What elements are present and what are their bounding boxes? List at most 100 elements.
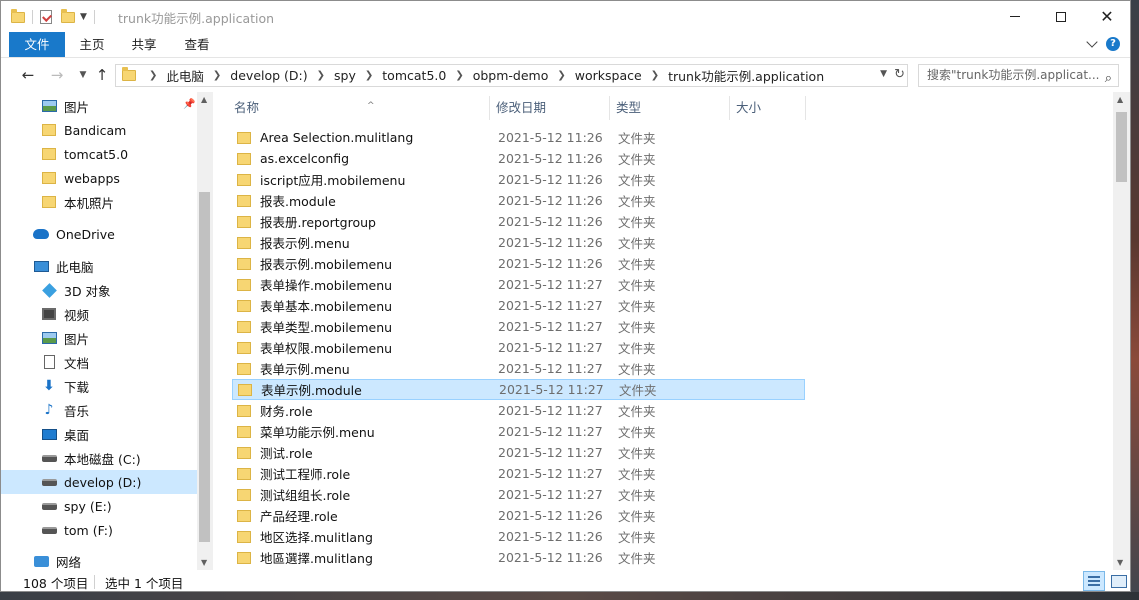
breadcrumb-obpm-demo[interactable]: obpm-demo bbox=[473, 68, 549, 83]
column-header-type[interactable]: 类型 bbox=[609, 94, 729, 122]
sidebar-item-bandicam[interactable]: Bandicam bbox=[1, 118, 197, 142]
file-row[interactable]: 财务.role 2021-5-12 11:27 文件夹 bbox=[232, 400, 805, 421]
breadcrumb-workspace[interactable]: workspace bbox=[575, 68, 642, 83]
sidebar-item-pictures[interactable]: 图片 bbox=[1, 326, 197, 350]
sidebar-item-label: 视频 bbox=[64, 307, 90, 323]
address-history-dropdown-icon[interactable]: ▼ bbox=[880, 69, 887, 79]
customize-toolbar-dropdown-icon[interactable]: ▼ bbox=[80, 12, 87, 22]
sidebar-item-documents[interactable]: 文档 bbox=[1, 350, 197, 374]
back-arrow-icon[interactable]: ← bbox=[19, 66, 37, 84]
onedrive-icon bbox=[33, 227, 49, 241]
sidebar-item-downloads[interactable]: ⬇ 下载 bbox=[1, 374, 197, 398]
sidebar-item-drive-e[interactable]: spy (E:) bbox=[1, 494, 197, 518]
breadcrumb-spy[interactable]: spy bbox=[334, 68, 356, 83]
file-row[interactable]: 产品经理.role 2021-5-12 11:26 文件夹 bbox=[232, 505, 805, 526]
sidebar-item-videos[interactable]: 视频 bbox=[1, 302, 197, 326]
file-date: 2021-5-12 11:26 bbox=[498, 193, 603, 208]
chevron-right-icon[interactable]: ❯ bbox=[651, 70, 659, 81]
sidebar-item-pictures-quick[interactable]: 图片 📌 bbox=[1, 94, 197, 118]
sidebar-item-tomcat[interactable]: tomcat5.0 bbox=[1, 142, 197, 166]
explorer-window: ▼ trunk功能示例.application ✕ 文件 主页 共享 查看 ? … bbox=[0, 0, 1131, 592]
search-icon[interactable]: ⌕ bbox=[1105, 68, 1112, 86]
sidebar-item-local-photos[interactable]: 本机照片 bbox=[1, 190, 197, 214]
minimize-button[interactable] bbox=[992, 1, 1038, 32]
file-row[interactable]: 地區選擇.mulitlang 2021-5-12 11:26 文件夹 bbox=[232, 547, 805, 568]
scroll-down-icon[interactable]: ▼ bbox=[1117, 558, 1123, 567]
forward-arrow-icon[interactable]: → bbox=[48, 66, 66, 84]
breadcrumb-current-folder[interactable]: trunk功能示例.application bbox=[668, 66, 824, 85]
file-row[interactable]: 表单权限.mobilemenu 2021-5-12 11:27 文件夹 bbox=[232, 337, 805, 358]
chevron-right-icon[interactable]: ❯ bbox=[557, 70, 565, 81]
file-row[interactable]: 表单基本.mobilemenu 2021-5-12 11:27 文件夹 bbox=[232, 295, 805, 316]
tab-share[interactable]: 共享 bbox=[122, 32, 166, 57]
breadcrumb-this-pc[interactable]: 此电脑 bbox=[166, 66, 204, 85]
chevron-right-icon[interactable]: ❯ bbox=[365, 70, 373, 81]
address-bar[interactable]: ❯ 此电脑 ❯ develop (D:) ❯ spy ❯ tomcat5.0 ❯… bbox=[115, 64, 908, 87]
file-row[interactable]: 表单示例.menu 2021-5-12 11:27 文件夹 bbox=[232, 358, 805, 379]
chevron-right-icon[interactable]: ❯ bbox=[213, 70, 221, 81]
file-list-scrollbar-thumb[interactable] bbox=[1116, 112, 1127, 182]
refresh-icon[interactable]: ↻ bbox=[894, 67, 905, 82]
chevron-right-icon[interactable]: ❯ bbox=[149, 70, 157, 81]
tab-view[interactable]: 查看 bbox=[175, 32, 219, 57]
column-header-size[interactable]: 大小 bbox=[729, 94, 805, 122]
file-row[interactable]: 报表示例.mobilemenu 2021-5-12 11:26 文件夹 bbox=[232, 253, 805, 274]
sidebar-item-onedrive[interactable]: OneDrive bbox=[1, 222, 197, 246]
file-row[interactable]: 报表.module 2021-5-12 11:26 文件夹 bbox=[232, 190, 805, 211]
sidebar-item-this-pc[interactable]: 此电脑 bbox=[1, 254, 197, 278]
sidebar-item-3d-objects[interactable]: 3D 对象 bbox=[1, 278, 197, 302]
sidebar-item-webapps[interactable]: webapps bbox=[1, 166, 197, 190]
maximize-button[interactable] bbox=[1038, 1, 1084, 32]
sidebar-scrollbar[interactable]: ▲ ▼ bbox=[197, 92, 213, 570]
file-row[interactable]: 表单操作.mobilemenu 2021-5-12 11:27 文件夹 bbox=[232, 274, 805, 295]
file-row[interactable]: 报表示例.menu 2021-5-12 11:26 文件夹 bbox=[232, 232, 805, 253]
breadcrumb-develop[interactable]: develop (D:) bbox=[230, 68, 307, 83]
file-name: 财务.role bbox=[260, 404, 313, 419]
chevron-right-icon[interactable]: ❯ bbox=[317, 70, 325, 81]
search-input[interactable]: 搜索"trunk功能示例.applicat... ⌕ bbox=[918, 64, 1119, 87]
scroll-up-icon[interactable]: ▲ bbox=[1117, 95, 1123, 104]
pictures-icon bbox=[41, 331, 57, 345]
column-header-label: 大小 bbox=[736, 100, 762, 115]
properties-icon[interactable] bbox=[40, 10, 52, 24]
file-row[interactable]: as.excelconfig 2021-5-12 11:26 文件夹 bbox=[232, 148, 805, 169]
breadcrumb-tomcat[interactable]: tomcat5.0 bbox=[382, 68, 446, 83]
tab-home[interactable]: 主页 bbox=[70, 32, 114, 57]
file-row[interactable]: Area Selection.mulitlang 2021-5-12 11:26 文… bbox=[232, 127, 805, 148]
chevron-right-icon[interactable]: ❯ bbox=[455, 70, 463, 81]
help-icon[interactable]: ? bbox=[1106, 37, 1120, 51]
details-view-icon[interactable] bbox=[1083, 571, 1105, 591]
scroll-up-icon[interactable]: ▲ bbox=[201, 95, 207, 104]
sidebar-item-desktop[interactable]: 桌面 bbox=[1, 422, 197, 446]
file-row[interactable]: 地区选择.mulitlang 2021-5-12 11:26 文件夹 bbox=[232, 526, 805, 547]
column-header-name[interactable]: ^ 名称 bbox=[227, 94, 489, 122]
file-row[interactable]: iscript应用.mobilemenu 2021-5-12 11:26 文件夹 bbox=[232, 169, 805, 190]
scroll-down-icon[interactable]: ▼ bbox=[201, 558, 207, 567]
file-row[interactable]: 菜单功能示例.menu 2021-5-12 11:27 文件夹 bbox=[232, 421, 805, 442]
file-row[interactable]: 表单类型.mobilemenu 2021-5-12 11:27 文件夹 bbox=[232, 316, 805, 337]
sidebar-item-music[interactable]: ♪ 音乐 bbox=[1, 398, 197, 422]
file-row[interactable]: 测试工程师.role 2021-5-12 11:27 文件夹 bbox=[232, 463, 805, 484]
sidebar-item-drive-f[interactable]: tom (F:) bbox=[1, 518, 197, 542]
close-button[interactable]: ✕ bbox=[1084, 1, 1130, 32]
title-bar[interactable]: ▼ trunk功能示例.application ✕ bbox=[1, 1, 1130, 32]
file-date: 2021-5-12 11:27 bbox=[499, 382, 604, 397]
tab-file[interactable]: 文件 bbox=[9, 32, 65, 57]
file-row[interactable]: 表单示例.module 2021-5-12 11:27 文件夹 bbox=[232, 379, 805, 400]
sidebar-item-drive-c[interactable]: 本地磁盘 (C:) bbox=[1, 446, 197, 470]
sidebar-item-drive-d[interactable]: develop (D:) bbox=[1, 470, 197, 494]
column-divider[interactable] bbox=[805, 96, 806, 120]
file-row[interactable]: 测试.role 2021-5-12 11:27 文件夹 bbox=[232, 442, 805, 463]
large-icons-view-icon[interactable] bbox=[1109, 572, 1127, 590]
file-row[interactable]: 测试组组长.role 2021-5-12 11:27 文件夹 bbox=[232, 484, 805, 505]
up-arrow-icon[interactable]: ↑ bbox=[93, 66, 111, 84]
file-row[interactable]: 报表册.reportgroup 2021-5-12 11:26 文件夹 bbox=[232, 211, 805, 232]
pin-icon[interactable]: 📌 bbox=[183, 99, 195, 110]
file-name: as.excelconfig bbox=[260, 151, 350, 166]
sidebar-scrollbar-thumb[interactable] bbox=[199, 192, 210, 542]
file-list-scrollbar[interactable]: ▲ ▼ bbox=[1113, 92, 1130, 570]
new-folder-icon[interactable] bbox=[61, 8, 75, 23]
column-header-date[interactable]: 修改日期 bbox=[489, 94, 609, 122]
expand-ribbon-icon[interactable] bbox=[1086, 36, 1098, 48]
recent-locations-dropdown-icon[interactable]: ▼ bbox=[74, 70, 92, 80]
